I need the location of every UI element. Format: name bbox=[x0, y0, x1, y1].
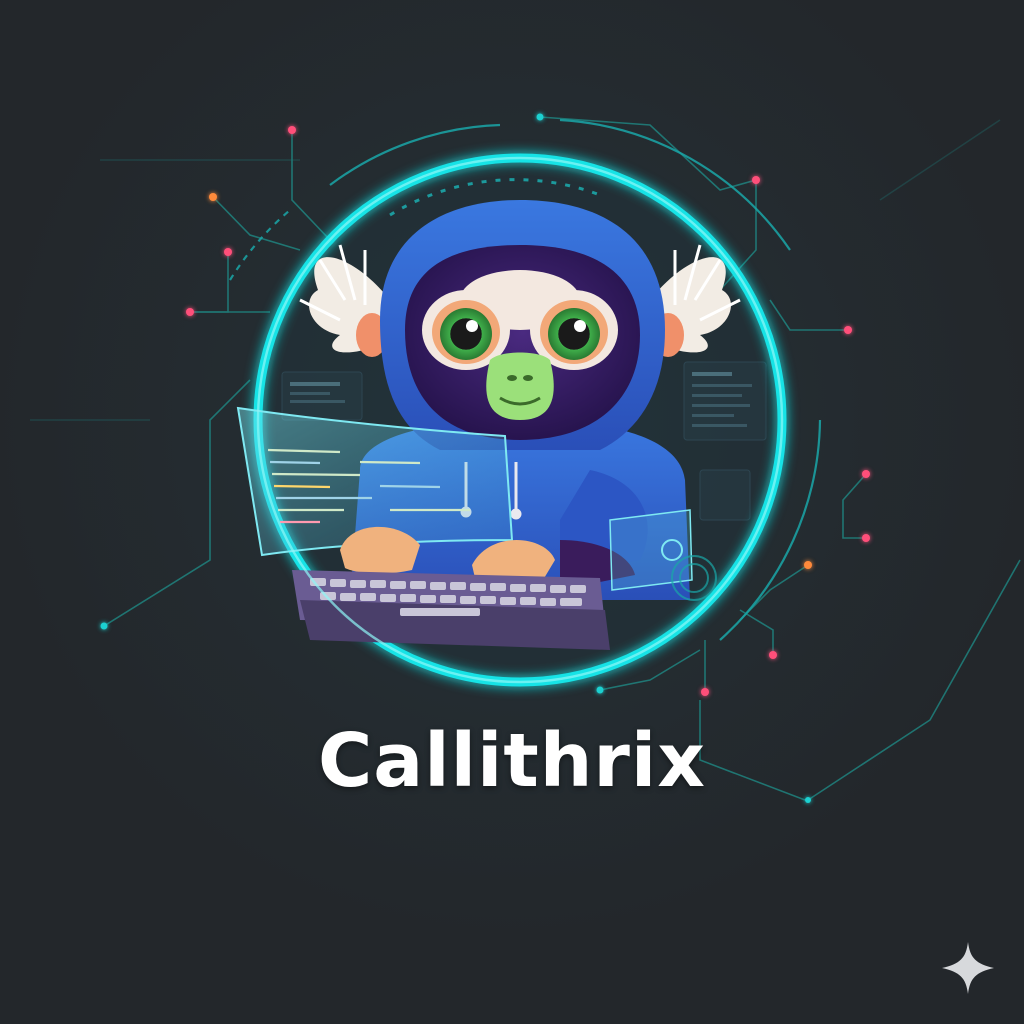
logo-canvas: Callithrix bbox=[0, 0, 1024, 1024]
sparkle-icon bbox=[942, 942, 994, 994]
brand-title: Callithrix bbox=[318, 718, 706, 804]
mascot-emblem bbox=[30, 113, 1021, 803]
left-eye bbox=[440, 308, 492, 360]
right-eye bbox=[548, 308, 600, 360]
